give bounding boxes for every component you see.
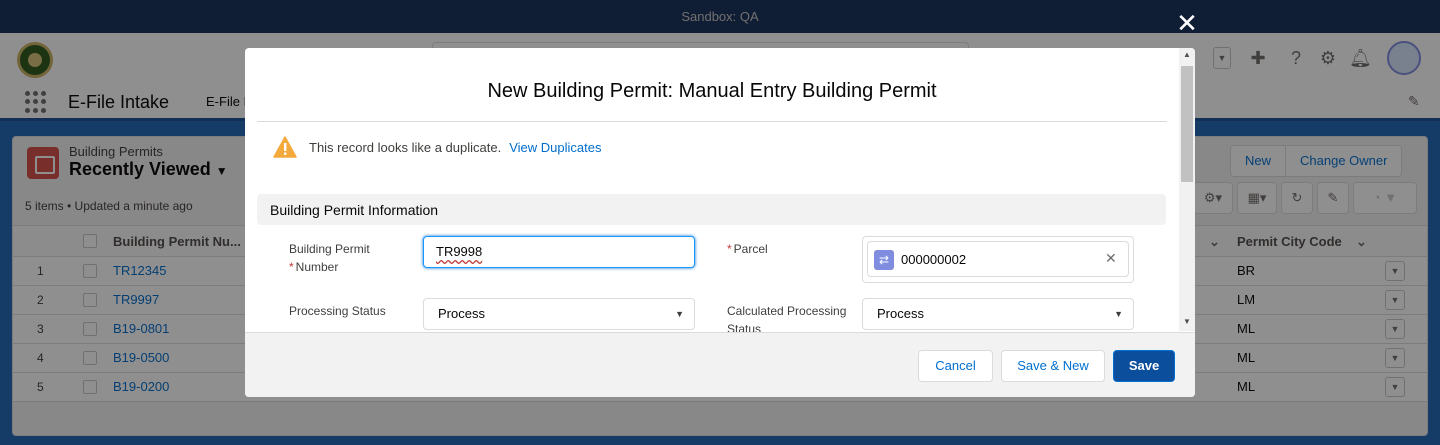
clear-selection-close-icon[interactable]: ✕: [1105, 250, 1117, 267]
modal-header: New Building Permit: Manual Entry Buildi…: [257, 48, 1167, 122]
chevron-down-icon: ▼: [675, 309, 684, 319]
close-icon[interactable]: ✕: [1175, 10, 1199, 36]
calc-processing-status-select[interactable]: Process ▼: [862, 298, 1134, 330]
processing-status-label: Processing Status: [289, 304, 386, 318]
processing-status-select[interactable]: Process ▼: [423, 298, 695, 330]
scroll-down-arrow-icon[interactable]: ▼: [1183, 317, 1191, 326]
parcel-label: * Parcel: [727, 242, 768, 256]
parcel-record-icon: ⇄: [874, 250, 894, 270]
modal-scrollbar[interactable]: ▲ ▼: [1179, 48, 1195, 331]
section-title: Building Permit Information: [270, 202, 439, 218]
required-asterisk: *: [289, 260, 294, 274]
view-duplicates-link[interactable]: View Duplicates: [509, 140, 601, 155]
required-asterisk: *: [727, 242, 732, 256]
chevron-down-icon: ▼: [1114, 309, 1123, 319]
permit-number-label: Building Permit * Number: [289, 242, 370, 274]
modal-title: New Building Permit: Manual Entry Buildi…: [487, 80, 937, 102]
cancel-button[interactable]: Cancel: [918, 350, 993, 382]
save-and-new-button[interactable]: Save & New: [1001, 350, 1105, 382]
permit-number-input[interactable]: TR9998: [423, 236, 695, 268]
modal-footer: Cancel Save & New Save: [245, 332, 1195, 397]
save-button[interactable]: Save: [1113, 350, 1175, 382]
warning-icon: [273, 136, 297, 158]
parcel-lookup-field: ⇄ 000000002 ✕: [862, 236, 1134, 283]
duplicate-warning: This record looks like a duplicate. View…: [273, 135, 601, 159]
section-header[interactable]: Building Permit Information: [257, 194, 1166, 225]
parcel-value: 000000002: [901, 252, 967, 267]
parcel-lookup-pill[interactable]: ⇄ 000000002 ✕: [867, 241, 1129, 277]
scroll-thumb[interactable]: [1181, 66, 1193, 182]
new-building-permit-modal: New Building Permit: Manual Entry Buildi…: [245, 48, 1195, 397]
duplicate-message: This record looks like a duplicate.: [309, 139, 502, 155]
scroll-up-arrow-icon[interactable]: ▲: [1183, 50, 1191, 59]
